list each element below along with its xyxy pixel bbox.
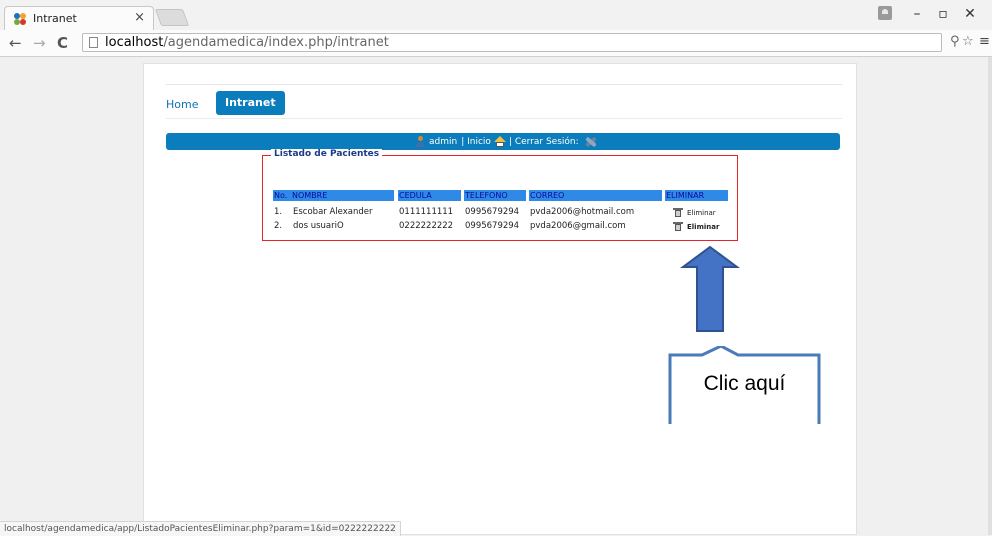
cell-cedula: 0222222222	[399, 221, 454, 231]
divider	[166, 84, 842, 85]
url-host: localhost	[105, 35, 164, 50]
column-header-cedula: CEDULA	[398, 190, 461, 201]
annotation-arrow	[680, 245, 740, 332]
status-bar-url: localhost/agendamedica/app/ListadoPacien…	[0, 521, 401, 536]
address-bar[interactable]: localhost/agendamedica/index.php/intrane…	[82, 33, 942, 52]
cell-nombre: dos usuariO	[293, 221, 344, 231]
cell-cedula: 0111111111	[399, 207, 454, 217]
reload-icon[interactable]: C	[57, 34, 68, 52]
window-close-icon[interactable]: ✕	[958, 6, 982, 22]
joomla-favicon-icon	[14, 13, 26, 25]
content-card: Home Intranet admin | Inicio | Cerrar Se…	[143, 63, 857, 535]
browser-tab[interactable]: Intranet ×	[4, 6, 154, 30]
new-tab-button[interactable]	[154, 9, 190, 26]
column-header-eliminar: ELIMINAR	[665, 190, 728, 201]
cell-no: 2.	[274, 221, 283, 231]
delete-link[interactable]: Eliminar	[673, 208, 716, 217]
page-viewport: Home Intranet admin | Inicio | Cerrar Se…	[0, 57, 992, 535]
trash-icon	[673, 208, 683, 217]
logout-link[interactable]: | Cerrar Sesión:	[509, 137, 579, 147]
delete-label: Eliminar	[687, 222, 720, 231]
user-bar-content: admin | Inicio | Cerrar Sesión:	[415, 135, 598, 148]
restore-icon[interactable]: ▫	[931, 6, 955, 22]
scrollbar[interactable]	[988, 57, 992, 535]
profile-icon[interactable]	[878, 6, 892, 20]
minimize-icon[interactable]: –	[905, 6, 929, 22]
home-icon[interactable]	[493, 135, 506, 148]
callout-text: Clic aquí	[703, 372, 786, 395]
cell-no: 1.	[274, 207, 283, 217]
user-bar: admin | Inicio | Cerrar Sesión:	[166, 133, 840, 150]
inicio-link[interactable]: | Inicio	[461, 137, 491, 147]
url-text[interactable]: localhost/agendamedica/index.php/intrane…	[105, 35, 389, 50]
back-icon[interactable]: ←	[9, 34, 22, 52]
column-header-no: No.	[273, 190, 291, 201]
user-icon	[415, 136, 426, 147]
star-icon[interactable]: ☆	[962, 34, 974, 49]
page-icon	[89, 37, 98, 48]
key-icon[interactable]: ⚲	[950, 34, 960, 49]
tab-close-icon[interactable]: ×	[134, 10, 145, 25]
delete-link[interactable]: Eliminar	[673, 222, 719, 231]
column-header-correo: CORREO	[529, 190, 662, 201]
logout-icon[interactable]	[583, 135, 598, 148]
cell-correo: pvda2006@gmail.com	[530, 221, 626, 231]
url-path: /agendamedica/index.php/intranet	[163, 35, 389, 50]
delete-label: Eliminar	[687, 208, 716, 217]
browser-toolbar: ← → C localhost/agendamedica/index.php/i…	[0, 30, 992, 57]
menu-item-intranet[interactable]: Intranet	[216, 91, 285, 115]
divider	[166, 118, 842, 119]
tab-title: Intranet	[33, 12, 77, 25]
menu-item-home[interactable]: Home	[166, 98, 198, 111]
username: admin	[429, 136, 458, 147]
column-header-telefono: TELEFONO	[464, 190, 526, 201]
cell-telefono: 0995679294	[465, 221, 520, 231]
patients-fieldset: Listado de Pacientes No. NOMBRE CEDULA T…	[262, 149, 738, 241]
column-header-nombre: NOMBRE	[291, 190, 394, 201]
cell-correo: pvda2006@hotmail.com	[530, 207, 635, 217]
patients-legend: Listado de Pacientes	[271, 149, 383, 159]
cell-nombre: Escobar Alexander	[293, 207, 373, 217]
menu-icon[interactable]: ≡	[979, 34, 990, 49]
cell-telefono: 0995679294	[465, 207, 520, 217]
forward-icon[interactable]: →	[33, 34, 46, 52]
browser-tabstrip: Intranet × – ▫ ✕	[0, 0, 992, 30]
trash-icon	[673, 222, 683, 231]
